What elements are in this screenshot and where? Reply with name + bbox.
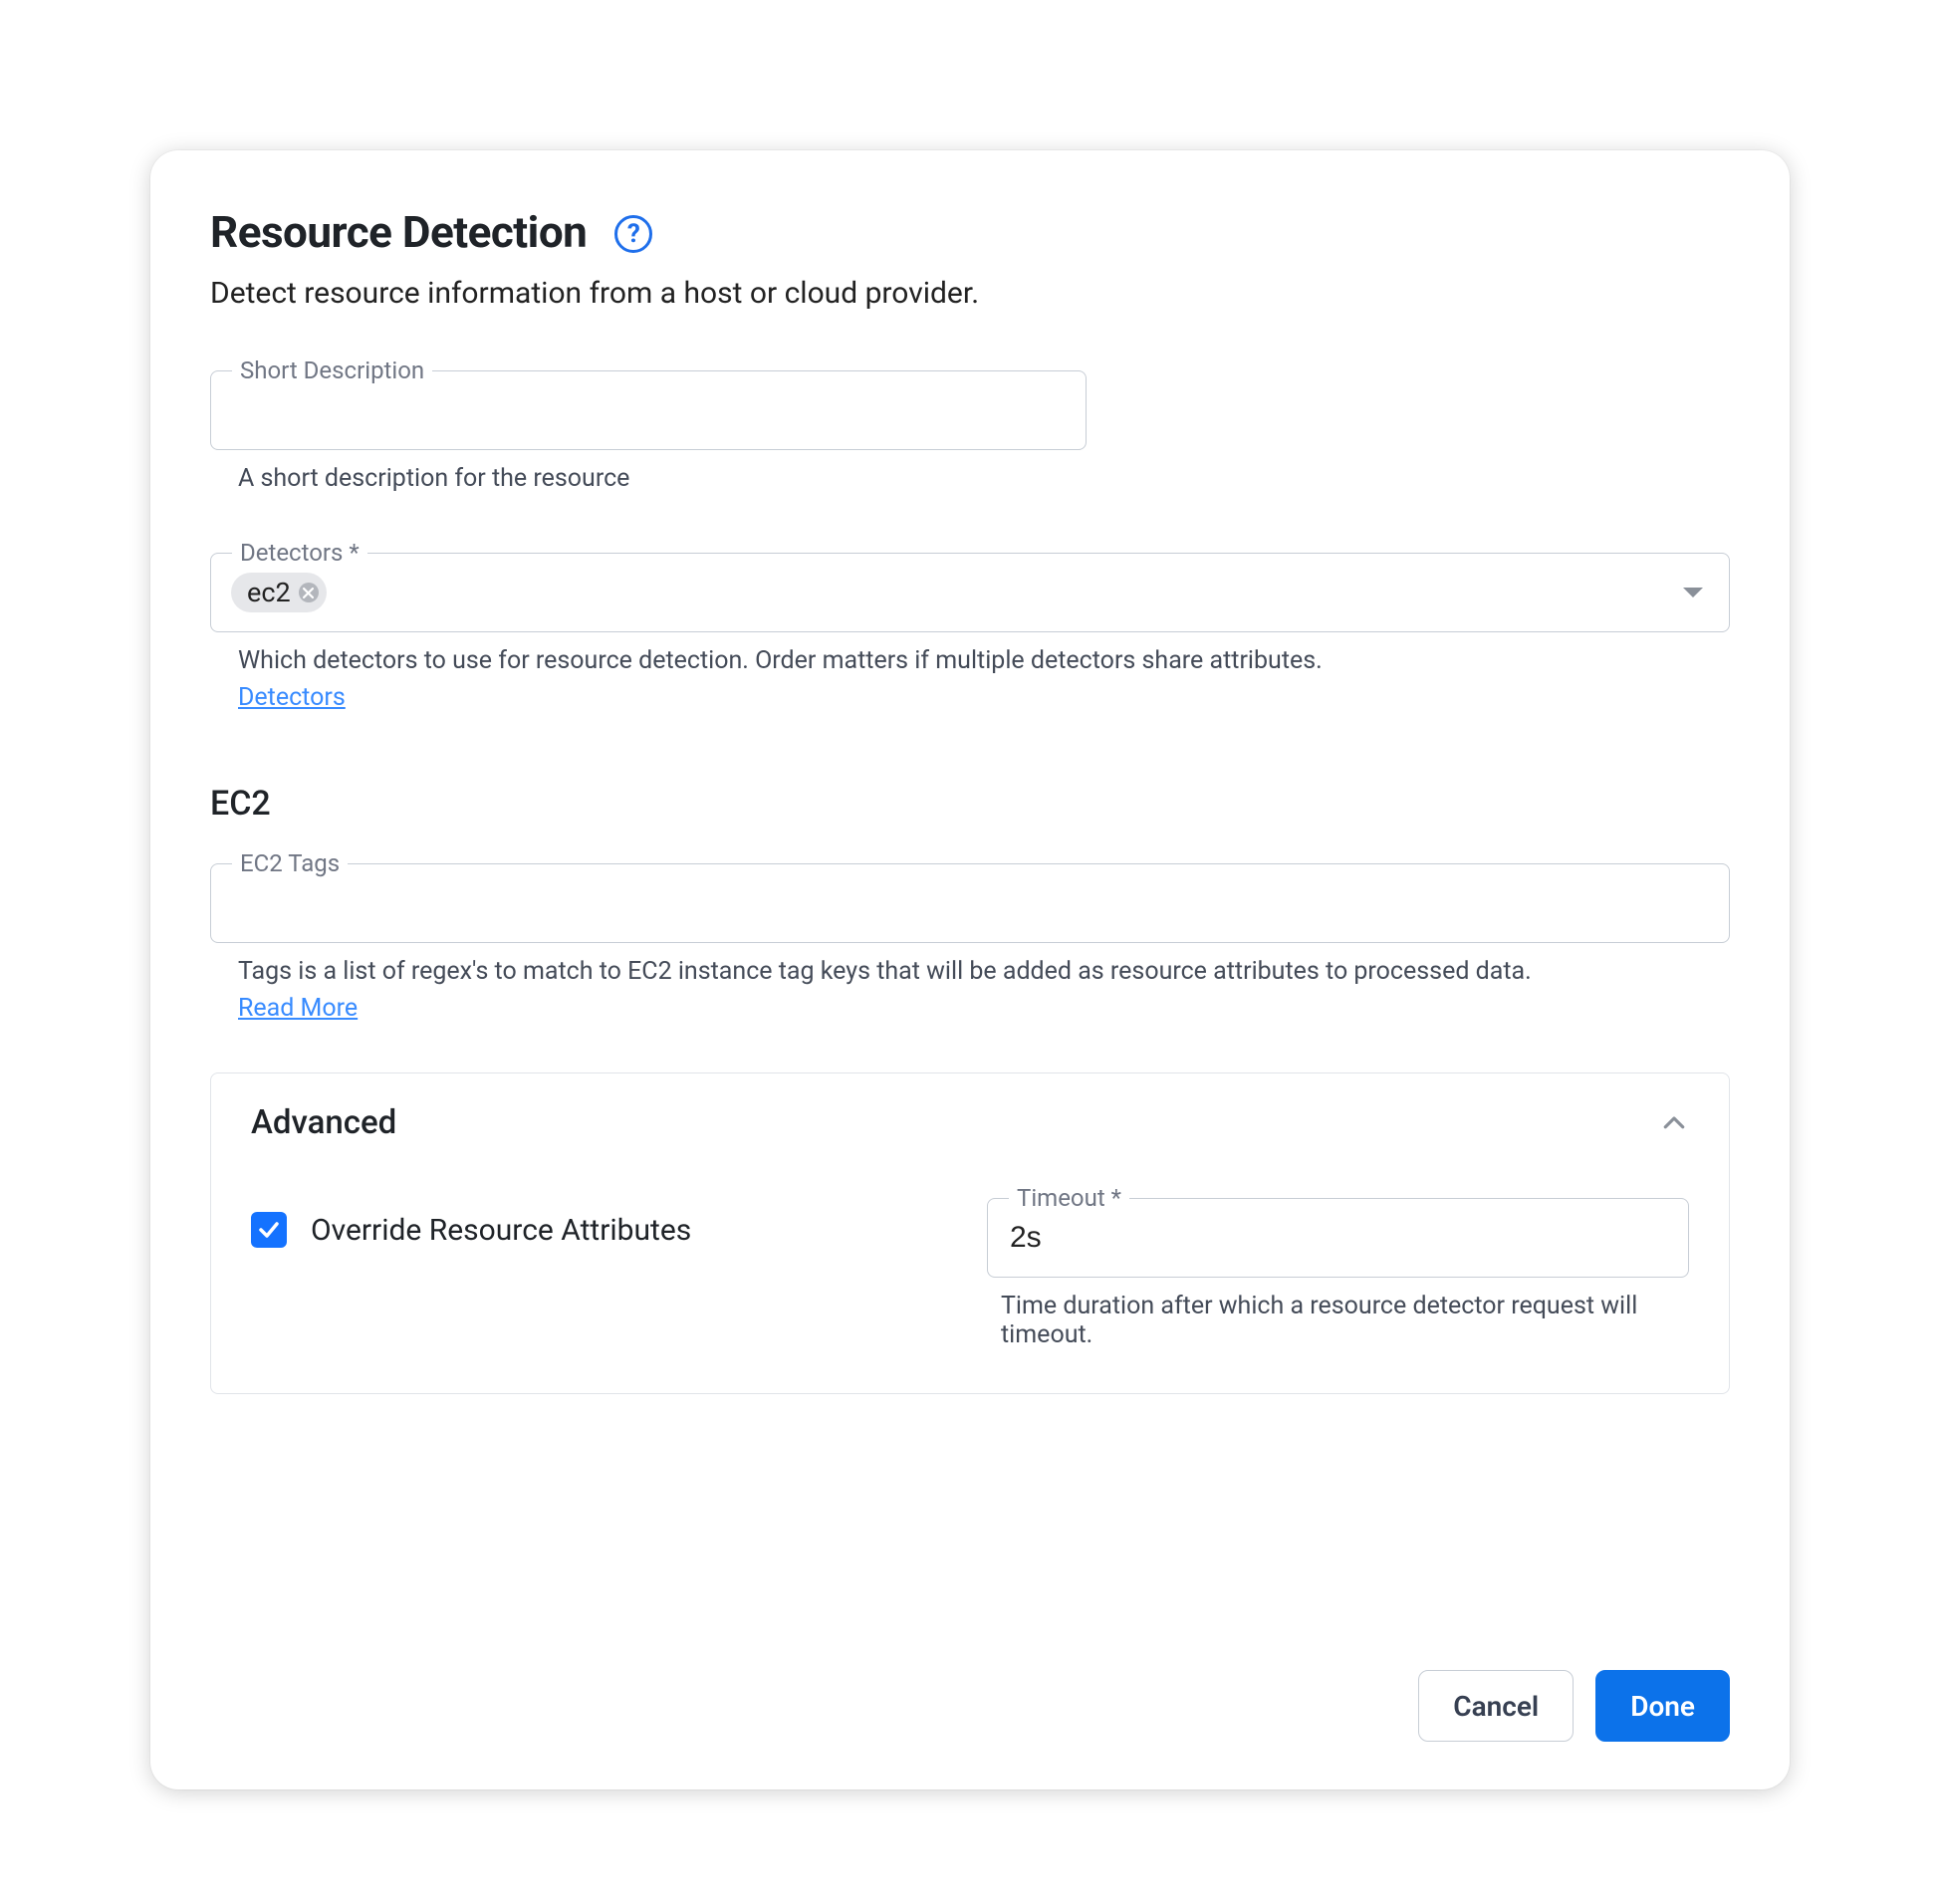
done-button[interactable]: Done [1595,1670,1730,1742]
override-label: Override Resource Attributes [311,1213,691,1248]
cancel-button[interactable]: Cancel [1418,1670,1574,1742]
chip-ec2[interactable]: ec2 [231,573,327,612]
override-checkbox[interactable] [251,1212,287,1248]
ec2-heading: EC2 [210,784,1730,824]
chip-remove-icon[interactable] [299,583,319,602]
detectors-chip-row: ec2 [231,573,1683,612]
detectors-helper: Which detectors to use for resource dete… [238,646,1730,675]
dialog-subtitle: Detect resource information from a host … [210,276,1730,311]
dialog-title: Resource Detection [210,206,587,258]
advanced-body: Override Resource Attributes Timeout * T… [251,1198,1689,1349]
chevron-up-icon [1659,1108,1689,1138]
timeout-box [987,1198,1689,1278]
dialog-content: Resource Detection ? Detect resource inf… [210,206,1730,1670]
ec2-tags-box [210,863,1730,943]
short-description-helper: A short description for the resource [238,464,1730,493]
short-description-input[interactable] [231,371,1066,449]
detectors-link[interactable]: Detectors [238,683,346,712]
timeout-input[interactable] [1008,1199,1668,1277]
chip-label: ec2 [247,577,291,608]
advanced-panel: Advanced Override Resource Attributes [210,1072,1730,1394]
dialog-header: Resource Detection ? [210,206,1730,258]
timeout-field: Timeout * [987,1198,1689,1278]
timeout-column: Timeout * Time duration after which a re… [987,1198,1689,1349]
detectors-select[interactable]: ec2 [210,553,1730,632]
ec2-tags-input[interactable] [231,864,1709,942]
timeout-helper: Time duration after which a resource det… [1001,1292,1689,1349]
override-row: Override Resource Attributes [251,1198,947,1248]
resource-detection-dialog: Resource Detection ? Detect resource inf… [150,150,1790,1789]
ec2-tags-field: EC2 Tags [210,863,1730,943]
detectors-field: Detectors * ec2 [210,553,1730,632]
short-description-box [210,370,1087,450]
short-description-field: Short Description [210,370,1087,450]
advanced-toggle[interactable]: Advanced [251,1103,1689,1142]
dropdown-caret-icon[interactable] [1683,588,1703,597]
detectors-section: Detectors * ec2 Which d [210,553,1730,712]
ec2-tags-helper: Tags is a list of regex's to match to EC… [238,957,1730,986]
help-icon[interactable]: ? [614,215,652,253]
ec2-tags-link[interactable]: Read More [238,994,358,1023]
ec2-tags-section: EC2 Tags Tags is a list of regex's to ma… [210,863,1730,1023]
dialog-footer: Cancel Done [210,1670,1730,1750]
short-description-section: Short Description A short description fo… [210,370,1730,493]
advanced-title: Advanced [251,1103,396,1142]
